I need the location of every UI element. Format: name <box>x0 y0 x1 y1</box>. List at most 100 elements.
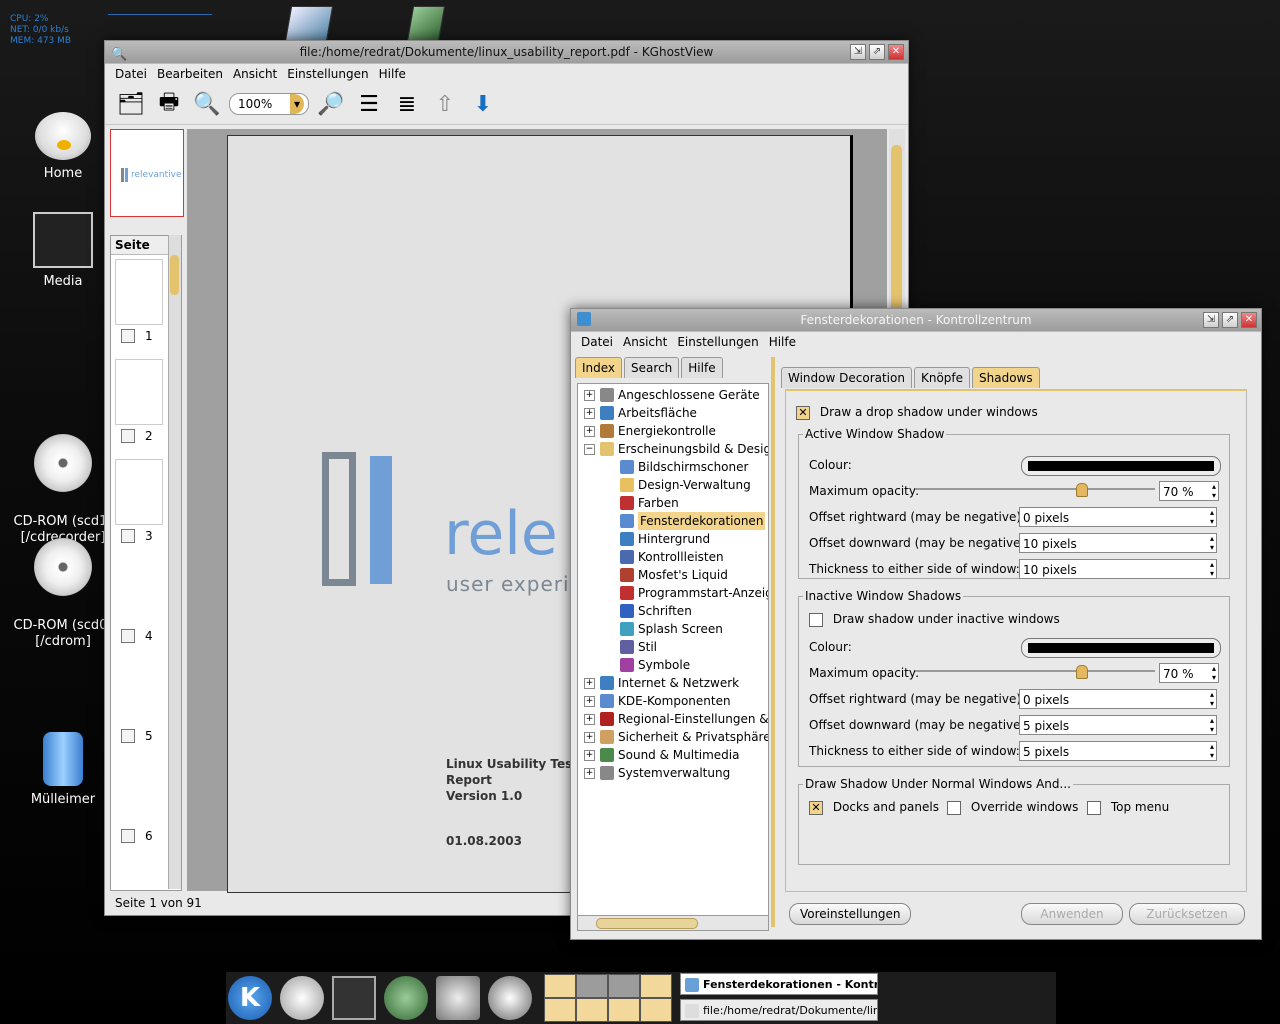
tree-item[interactable]: Kontrollleisten <box>578 548 768 566</box>
inactive-offset-down-spinbox[interactable]: 5 pixels <box>1019 715 1217 735</box>
maximize-button[interactable]: ⇗ <box>869 44 885 60</box>
page-mark-checkbox[interactable] <box>121 729 135 743</box>
open-folder-icon[interactable]: 🗂 <box>115 88 147 120</box>
expand-icon[interactable]: + <box>584 390 595 401</box>
tree-item[interactable]: Splash Screen <box>578 620 768 638</box>
mail-icon[interactable] <box>436 976 480 1020</box>
expand-icon[interactable]: + <box>584 750 595 761</box>
page-mark-checkbox[interactable] <box>121 529 135 543</box>
menu-datei[interactable]: Datei <box>581 332 613 352</box>
desktop-device-icon[interactable] <box>406 6 446 42</box>
inactive-opacity-spinbox[interactable]: 70 % <box>1159 663 1219 683</box>
topmenu-checkbox[interactable] <box>1087 800 1101 815</box>
magnifier-icon[interactable]: 🔍 <box>111 44 127 66</box>
defaults-button[interactable]: Voreinstellungen <box>789 903 912 925</box>
tree-item[interactable]: + KDE-Komponenten <box>578 692 768 710</box>
tree-item[interactable]: + Energiekontrolle <box>578 422 768 440</box>
maximize-button[interactable]: ⇗ <box>1222 312 1238 328</box>
menu-hilfe[interactable]: Hilfe <box>379 64 406 84</box>
kde-menu-icon[interactable]: K <box>228 976 272 1020</box>
tab-knoepfe[interactable]: Knöpfe <box>913 367 971 388</box>
kcontrol-titlebar[interactable]: Fensterdekorationen - Kontrollzentrum ⇲ … <box>571 309 1261 332</box>
tree-horizontal-scrollbar[interactable] <box>577 915 769 931</box>
scrollbar-thumb[interactable] <box>891 145 902 315</box>
page-mark-checkbox[interactable] <box>121 829 135 843</box>
previous-page-icon[interactable]: ⇧ <box>429 88 461 120</box>
tree-item[interactable]: Hintergrund <box>578 530 768 548</box>
tree-item[interactable]: Symbole <box>578 656 768 674</box>
tree-item[interactable]: Mosfet's Liquid <box>578 566 768 584</box>
print-icon[interactable]: 🖶 <box>153 88 185 120</box>
page-list-scrollbar[interactable] <box>168 235 181 889</box>
scrollbar-thumb[interactable] <box>170 255 179 295</box>
mark-pages-icon[interactable]: ☰ <box>353 88 385 120</box>
page-overview-thumbnail[interactable]: relevantive <box>110 129 184 217</box>
kcontrol-app-icon[interactable] <box>577 312 591 326</box>
desktop-pager-1[interactable] <box>544 974 576 998</box>
desktop-pager-5[interactable] <box>544 998 576 1022</box>
inactive-shadow-checkbox[interactable] <box>809 612 823 627</box>
desktop-icon-home[interactable]: Home <box>8 112 118 182</box>
task-button-kghostview[interactable]: file:/home/redrat/Dokumente/linux_usabil… <box>680 999 878 1021</box>
tab-window-decoration[interactable]: Window Decoration <box>781 367 912 388</box>
expand-icon[interactable]: + <box>584 714 595 725</box>
tree-item[interactable]: + Sound & Multimedia <box>578 746 768 764</box>
terminal-icon[interactable] <box>332 976 376 1020</box>
unmark-pages-icon[interactable]: ≣ <box>391 88 423 120</box>
inactive-offset-right-spinbox[interactable]: 0 pixels <box>1019 689 1217 709</box>
tab-hilfe[interactable]: Hilfe <box>681 357 723 378</box>
menu-einstellungen[interactable]: Einstellungen <box>677 332 758 352</box>
tree-item[interactable]: + Angeschlossene Geräte <box>578 386 768 404</box>
page-mark-checkbox[interactable] <box>121 429 135 443</box>
desktop-document-icon[interactable] <box>284 6 334 42</box>
zoom-out-icon[interactable]: 🔍 <box>191 88 223 120</box>
tree-item[interactable]: + Regional-Einstellungen & Zugangshilfen <box>578 710 768 728</box>
desktop-pager-3[interactable] <box>608 974 640 998</box>
tab-shadows[interactable]: Shadows <box>972 367 1040 388</box>
drop-shadow-checkbox[interactable]: ✕ <box>796 405 810 420</box>
expand-icon[interactable]: + <box>584 678 595 689</box>
desktop-pager-2[interactable] <box>576 974 608 998</box>
tree-item[interactable]: Farben <box>578 494 768 512</box>
tree-item[interactable]: Programmstart-Anzeige <box>578 584 768 602</box>
browser-compass-icon[interactable] <box>488 976 532 1020</box>
desktop-icon-trash[interactable]: Mülleimer <box>8 732 118 808</box>
tree-item[interactable]: Design-Verwaltung <box>578 476 768 494</box>
expand-icon[interactable]: + <box>584 696 595 707</box>
tree-item[interactable]: Bildschirmschoner <box>578 458 768 476</box>
menu-ansicht[interactable]: Ansicht <box>233 64 277 84</box>
desktop-icon-media[interactable]: Media <box>8 212 118 290</box>
inactive-thickness-spinbox[interactable]: 5 pixels <box>1019 741 1217 761</box>
desktop-pager-6[interactable] <box>576 998 608 1022</box>
messenger-icon[interactable] <box>384 976 428 1020</box>
page-mark-checkbox[interactable] <box>121 329 135 343</box>
inactive-colour-button[interactable] <box>1021 638 1221 658</box>
desktop-icon-cdrom[interactable]: CD-ROM (scd0) [/cdrom] <box>8 522 118 666</box>
expand-icon[interactable]: + <box>584 732 595 743</box>
tab-search[interactable]: Search <box>624 357 680 378</box>
expand-icon[interactable]: + <box>584 408 595 419</box>
active-offset-down-spinbox[interactable]: 10 pixels <box>1019 533 1217 553</box>
tab-index[interactable]: Index <box>575 357 623 378</box>
zoom-in-icon[interactable]: 🔎 <box>315 88 347 120</box>
desktop-pager-4[interactable] <box>640 974 672 998</box>
home-tux-icon[interactable] <box>280 976 324 1020</box>
desktop-pager-7[interactable] <box>608 998 640 1022</box>
reset-button[interactable]: Zurücksetzen <box>1129 903 1245 925</box>
menu-datei[interactable]: Datei <box>115 64 147 84</box>
page-mark-checkbox[interactable] <box>121 629 135 643</box>
active-colour-button[interactable] <box>1021 456 1221 476</box>
tree-item[interactable]: + Arbeitsfläche <box>578 404 768 422</box>
menu-einstellungen[interactable]: Einstellungen <box>287 64 368 84</box>
apply-button[interactable]: Anwenden <box>1021 903 1123 925</box>
menu-bearbeiten[interactable]: Bearbeiten <box>157 64 223 84</box>
next-page-icon[interactable]: ⬇ <box>467 88 499 120</box>
task-button-kcontrol[interactable]: Fensterdekorationen - Kontrollzentrum <box>680 973 878 995</box>
active-opacity-slider[interactable] <box>915 483 1155 499</box>
scrollbar-thumb[interactable] <box>596 918 698 929</box>
tree-item[interactable]: + Sicherheit & Privatsphäre <box>578 728 768 746</box>
close-button[interactable]: ✕ <box>888 44 904 60</box>
close-button[interactable]: ✕ <box>1241 312 1257 328</box>
active-opacity-spinbox[interactable]: 70 % <box>1159 481 1219 501</box>
menu-hilfe[interactable]: Hilfe <box>769 332 796 352</box>
